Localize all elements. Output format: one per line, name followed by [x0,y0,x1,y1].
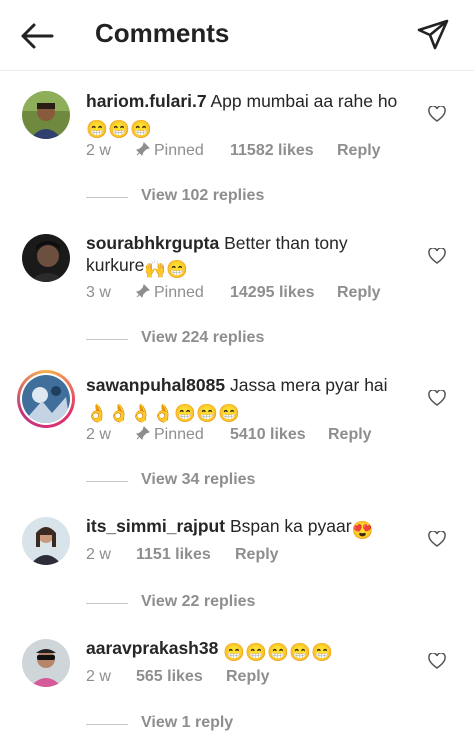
page-title: Comments [95,18,230,48]
header-bar: Comments [0,0,474,71]
pin-icon [136,426,150,440]
grin-emoji-icon: 😁 [245,642,267,662]
heart-icon[interactable] [428,106,446,122]
comment-text: aaravprakash38 😁😁😁😁😁 [86,637,418,662]
likes-count[interactable]: 14295 likes [230,284,315,302]
grin-emoji-icon: 😁 [108,119,130,139]
comment-body: Bspan ka pyaar [229,516,352,536]
pin-icon [136,284,150,298]
ok-hand-emoji-icon: 👌 [86,403,108,423]
comment-text: its_simmi_rajput Bspan ka pyaar😍 [86,515,418,540]
avatar[interactable] [22,639,70,687]
grin-emoji-icon: 😁 [311,642,333,662]
divider-line [86,603,128,604]
emoji-row: 👌👌👌👌😁😁😁 [86,398,240,423]
reply-button[interactable]: Reply [226,668,270,686]
comment-text: sourabhkrgupta Better than tony kurkure🙌… [86,232,418,279]
emoji-row: 😁😁😁 [86,114,152,139]
likes-count[interactable]: 5410 likes [230,426,306,444]
heart-icon[interactable] [428,653,446,669]
comment-text: hariom.fulari.7 App mumbai aa rahe ho 😁😁… [86,90,418,139]
comment-age: 2 w [86,426,111,443]
ok-hand-emoji-icon: 👌 [152,403,174,423]
comment-age: 3 w [86,284,111,301]
likes-count[interactable]: 565 likes [136,668,203,686]
reply-button[interactable]: Reply [328,426,372,444]
paper-plane-icon[interactable] [416,18,450,52]
grin-emoji-icon: 😁 [130,119,152,139]
divider-line [86,197,128,198]
avatar[interactable] [22,517,70,565]
view-replies-label[interactable]: View 224 replies [141,329,264,347]
comment-age: 2 w [86,142,111,159]
view-replies-label[interactable]: View 34 replies [141,471,255,489]
comment-body: Better than tony [224,233,348,253]
ok-hand-emoji-icon: 👌 [108,403,130,423]
comment-body: Jassa mera pyar hai [229,375,388,395]
grin-emoji-icon: 😁 [174,403,196,423]
comment-body: App mumbai aa rahe ho [210,91,398,111]
pinned-label: Pinned [136,426,204,444]
heart-icon[interactable] [428,390,446,406]
comment-username[interactable]: sawanpuhal8085 [86,375,225,395]
grin-emoji-icon: 😁 [267,642,289,662]
grin-emoji-icon: 😁 [166,259,189,279]
likes-count[interactable]: 1151 likes [136,546,211,564]
story-ring[interactable] [17,370,75,428]
comment-body-line2: kurkure [86,255,145,275]
heart-icon[interactable] [428,531,446,547]
pinned-label: Pinned [136,284,204,302]
view-replies-label[interactable]: View 1 reply [141,714,233,732]
avatar[interactable] [22,375,70,423]
comment-username[interactable]: its_simmi_rajput [86,516,225,536]
divider-line [86,724,128,725]
arrow-left-icon[interactable] [18,20,56,52]
pinned-label: Pinned [136,142,204,160]
grin-emoji-icon: 😁 [223,642,245,662]
comment-text: sawanpuhal8085 Jassa mera pyar hai 👌👌👌👌😁… [86,374,418,423]
grin-emoji-icon: 😁 [196,403,218,423]
avatar[interactable] [22,234,70,282]
divider-line [86,339,128,340]
reply-button[interactable]: Reply [235,546,279,564]
heart-icon[interactable] [428,248,446,264]
grin-emoji-icon: 😁 [218,403,240,423]
ok-hand-emoji-icon: 👌 [130,403,152,423]
comment-age: 2 w [86,546,111,563]
comment-username[interactable]: sourabhkrgupta [86,233,219,253]
divider-line [86,481,128,482]
reply-button[interactable]: Reply [337,142,381,160]
raised-hands-emoji-icon: 🙌 [144,259,167,279]
comment-age: 2 w [86,668,111,685]
reply-button[interactable]: Reply [337,284,381,302]
view-replies-label[interactable]: View 102 replies [141,187,264,205]
grin-emoji-icon: 😁 [289,642,311,662]
comment-username[interactable]: hariom.fulari.7 [86,91,207,111]
heart-eyes-emoji-icon: 😍 [351,520,374,540]
view-replies-label[interactable]: View 22 replies [141,593,255,611]
grin-emoji-icon: 😁 [86,119,108,139]
pin-icon [136,142,150,156]
likes-count[interactable]: 11582 likes [230,142,314,160]
avatar[interactable] [22,91,70,139]
comment-username[interactable]: aaravprakash38 [86,638,218,658]
